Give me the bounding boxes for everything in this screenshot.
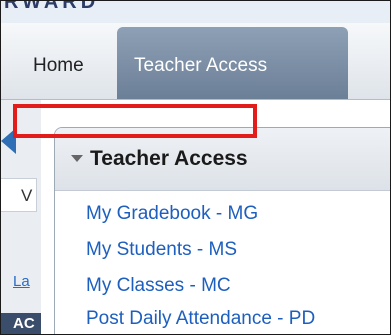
left-link[interactable]: La: [13, 273, 30, 290]
highlight-box: [13, 104, 257, 138]
my-gradebook-link[interactable]: My Gradebook - MG: [86, 203, 258, 225]
panel-title: Teacher Access: [90, 147, 248, 170]
nav-teacher-access-label: Teacher Access: [134, 55, 268, 76]
site-banner: RWARD: [1, 1, 390, 23]
nav-teacher-access-tab[interactable]: Teacher Access: [117, 27, 348, 99]
my-students-link[interactable]: My Students - MS: [86, 239, 237, 261]
teacher-access-panel: Teacher Access My Gradebook - MG My Stud…: [54, 127, 390, 334]
screenshot-frame: RWARD Home Teacher Access V La AC Teache…: [0, 0, 391, 335]
left-tab[interactable]: V: [1, 178, 37, 212]
left-bar: AC: [1, 313, 41, 334]
post-daily-attendance-link[interactable]: Post Daily Attendance - PD: [86, 308, 315, 330]
caret-down-icon[interactable]: [71, 155, 83, 162]
top-navigation: Home Teacher Access: [1, 23, 390, 100]
my-classes-link[interactable]: My Classes - MC: [86, 275, 231, 297]
banner-text: RWARD: [4, 0, 100, 13]
left-bar-label: AC: [13, 315, 35, 332]
nav-home-tab[interactable]: Home: [33, 55, 84, 77]
